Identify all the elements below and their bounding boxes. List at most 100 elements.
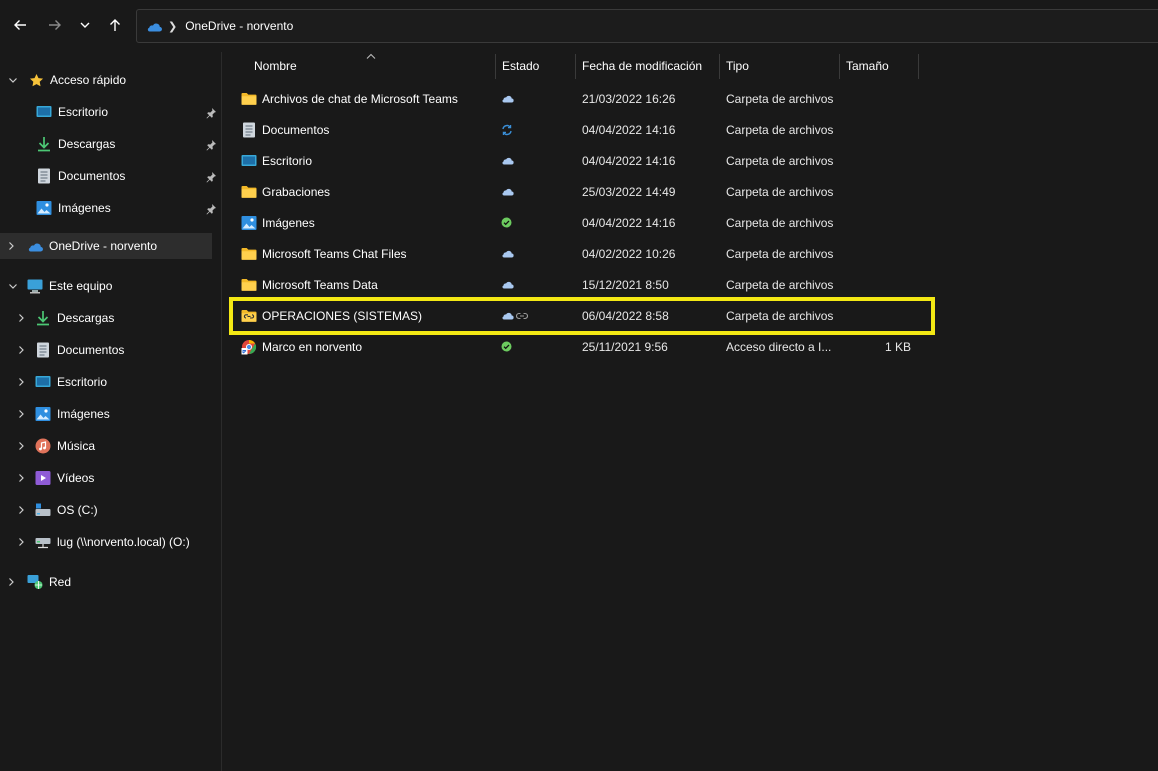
file-size (843, 238, 911, 269)
chevron-down-icon (80, 22, 90, 28)
folder-icon (241, 184, 257, 200)
file-type: Acceso directo a I... (726, 339, 832, 354)
file-name: Marco en norvento (262, 339, 363, 354)
chevron-right-icon[interactable] (15, 408, 27, 420)
chevron-right-icon[interactable] (15, 472, 27, 484)
chevron-right-icon[interactable] (15, 440, 27, 452)
network-drive-icon (35, 534, 51, 550)
chevron-right-icon: ❯ (168, 20, 178, 33)
sort-ascending-icon (366, 53, 376, 59)
file-type: Carpeta de archivos (726, 215, 834, 230)
sidebar-item-network[interactable]: Red (27, 569, 71, 595)
star-icon (28, 72, 44, 88)
file-size (843, 176, 911, 207)
sidebar-item-pc-descargas[interactable]: Descargas (35, 305, 114, 331)
table-row[interactable]: Imágenes 04/04/2022 14:16 Carpeta de arc… (223, 207, 1158, 238)
music-icon (35, 438, 51, 454)
pin-icon[interactable] (205, 171, 217, 183)
address-bar[interactable]: ❯ OneDrive - norvento (136, 9, 1158, 43)
table-row[interactable]: Microsoft Teams Data 15/12/2021 8:50 Car… (223, 269, 1158, 300)
videos-icon (35, 470, 51, 486)
chevron-right-icon[interactable] (15, 344, 27, 356)
table-row[interactable]: Documentos 04/04/2022 14:16 Carpeta de a… (223, 114, 1158, 145)
back-button[interactable] (9, 14, 31, 36)
chevron-right-icon[interactable] (15, 312, 27, 324)
navigation-pane: Acceso rápido Escritorio Descargas Docum… (0, 52, 222, 771)
desktop-icon (241, 153, 257, 169)
cloud-icon (502, 95, 514, 103)
column-header-name[interactable]: Nombre (254, 52, 297, 80)
chevron-down-icon[interactable] (7, 74, 19, 86)
cloud-icon (502, 188, 514, 196)
document-icon (35, 342, 51, 358)
chevron-right-icon[interactable] (15, 536, 27, 548)
file-name: Imágenes (262, 215, 315, 230)
sync-icon (502, 124, 512, 135)
up-button[interactable] (104, 14, 126, 36)
table-row[interactable]: Grabaciones 25/03/2022 14:49 Carpeta de … (223, 176, 1158, 207)
pictures-icon (241, 215, 257, 231)
highlight-annotation (229, 297, 935, 335)
pictures-icon (35, 406, 51, 422)
column-header-modified[interactable]: Fecha de modificación (582, 52, 702, 80)
sidebar-item-pc-escritorio[interactable]: Escritorio (35, 369, 107, 395)
sidebar-item-pc-network-drive[interactable]: lug (\\norvento.local) (O:) (35, 529, 190, 555)
download-icon (35, 310, 51, 326)
chevron-right-icon[interactable] (5, 576, 17, 588)
column-divider[interactable] (575, 54, 576, 79)
file-name: Microsoft Teams Data (262, 277, 378, 292)
file-name: Escritorio (262, 153, 313, 168)
cloud-icon (502, 157, 514, 165)
pin-icon[interactable] (205, 203, 217, 215)
column-divider[interactable] (918, 54, 919, 79)
table-row[interactable]: Marco en norvento 25/11/2021 9:56 Acceso… (223, 331, 1158, 362)
file-size (843, 83, 911, 114)
chevron-right-icon[interactable] (15, 376, 27, 388)
column-header-type[interactable]: Tipo (726, 52, 749, 80)
folder-icon (241, 246, 257, 262)
sidebar-item-onedrive[interactable]: OneDrive - norvento (27, 233, 157, 259)
arrow-up-icon (110, 19, 120, 31)
sidebar-item-quick-descargas[interactable]: Descargas (36, 131, 115, 157)
document-icon (36, 168, 52, 184)
sidebar-item-quick-documentos[interactable]: Documentos (36, 163, 125, 189)
column-header-size[interactable]: Tamaño (846, 52, 889, 80)
cloud-icon (502, 281, 514, 289)
file-size (843, 207, 911, 238)
table-row[interactable]: Archivos de chat de Microsoft Teams 21/0… (223, 83, 1158, 114)
recent-locations-button[interactable] (74, 14, 96, 36)
file-list: Nombre Estado Fecha de modificación Tipo… (223, 52, 1158, 771)
table-row[interactable]: Escritorio 04/04/2022 14:16 Carpeta de a… (223, 145, 1158, 176)
chevron-right-icon[interactable] (15, 504, 27, 516)
download-icon (36, 136, 52, 152)
onedrive-cloud-icon (147, 23, 162, 32)
available-check-icon (501, 217, 512, 228)
chevron-right-icon[interactable] (5, 240, 17, 252)
file-type: Carpeta de archivos (726, 122, 834, 137)
sidebar-item-pc-documentos[interactable]: Documentos (35, 337, 124, 363)
column-header-state[interactable]: Estado (502, 52, 539, 80)
sidebar-item-quick-escritorio[interactable]: Escritorio (36, 99, 108, 125)
file-modified: 15/12/2021 8:50 (582, 277, 669, 292)
sidebar-item-pc-videos[interactable]: Vídeos (35, 465, 94, 491)
file-type: Carpeta de archivos (726, 91, 834, 106)
chevron-down-icon[interactable] (7, 280, 19, 292)
column-divider[interactable] (719, 54, 720, 79)
file-name: Documentos (262, 122, 330, 137)
forward-button[interactable] (44, 14, 66, 36)
pin-icon[interactable] (205, 107, 217, 119)
sidebar-item-quick-access[interactable]: Acceso rápido (28, 67, 126, 93)
column-divider[interactable] (839, 54, 840, 79)
column-divider[interactable] (495, 54, 496, 79)
sidebar-item-pc-os-c[interactable]: OS (C:) (35, 497, 98, 523)
sidebar-item-this-pc[interactable]: Este equipo (27, 273, 112, 299)
file-size: 1 KB (884, 339, 911, 354)
sidebar-item-pc-musica[interactable]: Música (35, 433, 95, 459)
file-modified: 04/04/2022 14:16 (582, 215, 676, 230)
breadcrumb-onedrive[interactable]: OneDrive - norvento (185, 19, 293, 33)
file-modified: 04/04/2022 14:16 (582, 122, 676, 137)
sidebar-item-pc-imagenes[interactable]: Imágenes (35, 401, 110, 427)
pin-icon[interactable] (205, 139, 217, 151)
sidebar-item-quick-imagenes[interactable]: Imágenes (36, 195, 111, 221)
table-row[interactable]: Microsoft Teams Chat Files 04/02/2022 10… (223, 238, 1158, 269)
